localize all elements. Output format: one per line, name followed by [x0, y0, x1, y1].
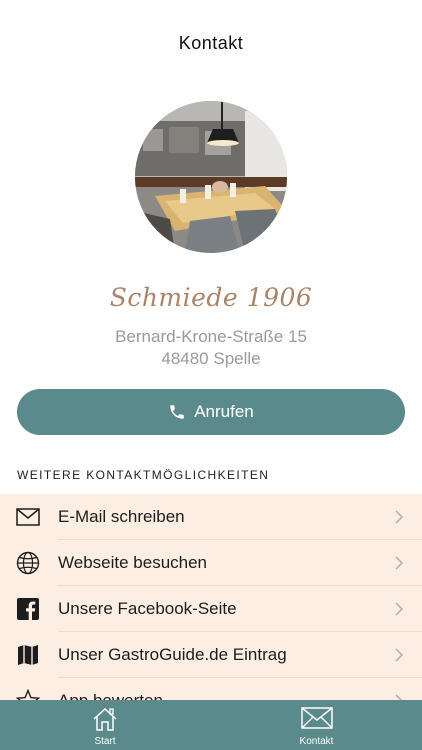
list-item-label: App bewerten: [58, 691, 163, 700]
tab-start[interactable]: Start: [0, 700, 210, 750]
list-item-label: Unser GastroGuide.de Eintrag: [58, 645, 287, 664]
address-city: 48480 Spelle: [161, 349, 261, 368]
chevron-right-icon: [395, 510, 404, 524]
envelope-icon: [300, 707, 333, 729]
call-button-label: Anrufen: [194, 402, 254, 421]
list-item-label: Webseite besuchen: [58, 553, 208, 572]
list-item-label: Unsere Facebook-Seite: [58, 599, 237, 618]
call-button[interactable]: Anrufen: [17, 389, 405, 435]
chevron-right-icon: [395, 694, 403, 700]
list-item-facebook[interactable]: Unsere Facebook-Seite: [0, 586, 422, 632]
chevron-right-icon: [395, 556, 404, 570]
phone-icon: [170, 405, 184, 419]
section-title: WEITERE KONTAKTMÖGLICHKEITEN: [17, 468, 270, 482]
address-street: Bernard-Krone-Straße 15: [115, 327, 307, 346]
star-icon: [16, 689, 40, 700]
list-item-rate-app[interactable]: App bewerten: [0, 678, 422, 700]
tab-kontakt[interactable]: Kontakt: [211, 700, 422, 750]
list-item-gastroguide[interactable]: Unser GastroGuide.de Eintrag: [0, 632, 422, 678]
list-item-website[interactable]: Webseite besuchen: [0, 540, 422, 586]
tab-kontakt-label: Kontakt: [299, 736, 334, 747]
globe-icon: [16, 551, 40, 575]
map-icon: [16, 643, 40, 667]
facebook-icon: [16, 597, 40, 621]
chevron-right-icon: [395, 648, 404, 662]
home-icon: [93, 707, 117, 731]
page-title: Kontakt: [178, 33, 244, 53]
restaurant-photo-image: [135, 101, 287, 253]
contact-options-list: E-Mail schreiben Webseite besuchen Unser…: [0, 494, 422, 700]
list-item-label: E-Mail schreiben: [58, 507, 185, 526]
list-item-email[interactable]: E-Mail schreiben: [0, 494, 422, 540]
mail-icon: [16, 505, 40, 529]
restaurant-photo: [135, 101, 287, 253]
chevron-right-icon: [395, 602, 404, 616]
tab-start-label: Start: [94, 736, 116, 747]
tab-bar: Start Kontakt: [0, 700, 422, 750]
restaurant-name: Schmiede 1906: [109, 283, 313, 312]
